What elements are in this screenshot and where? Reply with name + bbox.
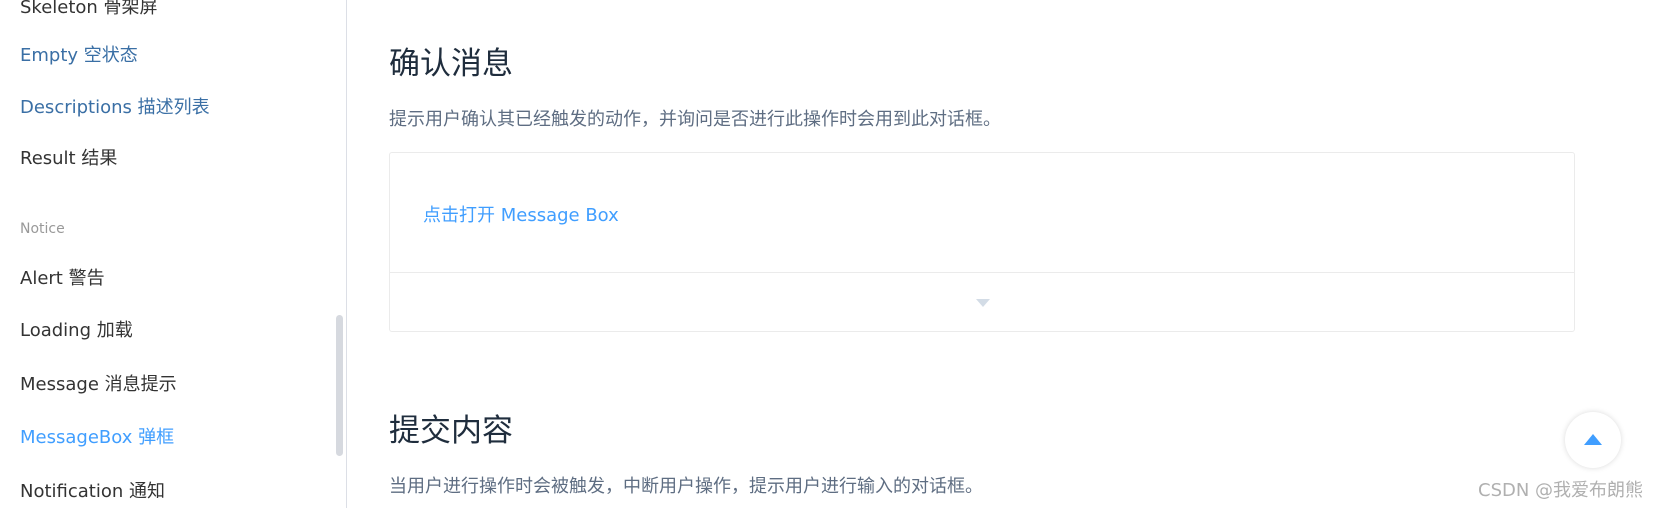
sidebar-item-skeleton[interactable]: Skeleton 骨架屏: [20, 0, 158, 19]
sidebar-item-loading[interactable]: Loading 加载: [20, 316, 133, 342]
sidebar-item-messagebox[interactable]: MessageBox 弹框: [20, 423, 174, 449]
caret-up-icon: [1584, 434, 1602, 445]
section-description-prompt: 当用户进行操作时会被触发，中断用户操作，提示用户进行输入的对话框。: [389, 476, 983, 497]
sidebar-scrollbar[interactable]: [336, 315, 343, 456]
sidebar-item-message[interactable]: Message 消息提示: [20, 370, 177, 396]
section-description-confirm: 提示用户确认其已经触发的动作，并询问是否进行此操作时会用到此对话框。: [389, 109, 1001, 130]
caret-down-icon: [976, 299, 990, 307]
section-title-confirm: 确认消息: [389, 46, 513, 82]
sidebar-item-notification[interactable]: Notification 通知: [20, 477, 165, 503]
demo-source: 点击打开 Message Box: [390, 153, 1574, 273]
expand-code-control[interactable]: [390, 273, 1574, 332]
sidebar: Skeleton 骨架屏 Empty 空状态 Descriptions 描述列表…: [0, 0, 347, 508]
section-title-prompt: 提交内容: [389, 413, 513, 449]
sidebar-item-descriptions[interactable]: Descriptions 描述列表: [20, 93, 210, 119]
sidebar-item-empty[interactable]: Empty 空状态: [20, 41, 138, 67]
watermark: CSDN @我爱布朗熊: [1478, 480, 1644, 501]
sidebar-item-alert[interactable]: Alert 警告: [20, 264, 105, 290]
open-message-box-button[interactable]: 点击打开 Message Box: [423, 201, 619, 227]
sidebar-group-notice: Notice: [20, 221, 65, 237]
main-content: 确认消息 提示用户确认其已经触发的动作，并询问是否进行此操作时会用到此对话框。 …: [347, 0, 1665, 508]
demo-block: 点击打开 Message Box: [389, 152, 1575, 332]
back-to-top-button[interactable]: [1565, 412, 1621, 468]
page: Skeleton 骨架屏 Empty 空状态 Descriptions 描述列表…: [0, 0, 1665, 508]
sidebar-item-result[interactable]: Result 结果: [20, 144, 117, 170]
